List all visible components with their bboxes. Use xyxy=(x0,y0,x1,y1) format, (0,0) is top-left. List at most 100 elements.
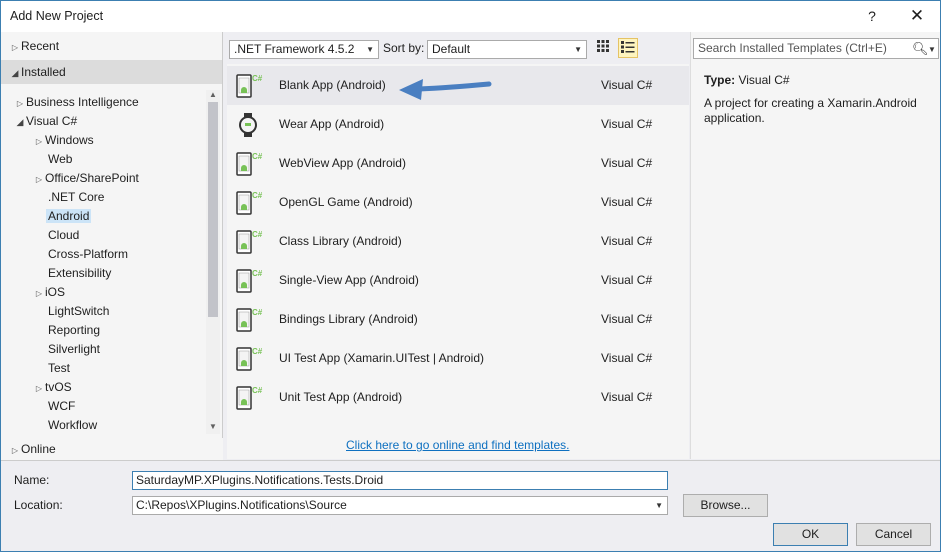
template-row[interactable]: C# OpenGL Game (Android) Visual C# xyxy=(227,183,689,222)
grid-view-icon xyxy=(597,40,609,52)
tree-item-tvos[interactable]: ▷ tvOS xyxy=(33,378,72,397)
scroll-thumb[interactable] xyxy=(208,102,218,317)
find-online-templates-link[interactable]: Click here to go online and find templat… xyxy=(346,438,569,452)
svg-text:C#: C# xyxy=(252,230,263,239)
tree-item-silverlight[interactable]: Silverlight xyxy=(48,340,100,359)
tree-item-label: iOS xyxy=(45,285,66,299)
svg-text:C#: C# xyxy=(252,152,263,161)
tree-item-label: Test xyxy=(48,361,71,375)
search-templates-input[interactable]: Search Installed Templates (Ctrl+E) 🔍︎ ▼ xyxy=(693,38,939,59)
template-language: Visual C# xyxy=(601,234,653,248)
tree-item-windows[interactable]: ▷ Windows xyxy=(33,131,94,150)
tree-item-cross-platform[interactable]: Cross-Platform xyxy=(48,245,128,264)
small-icons-view-button[interactable] xyxy=(593,38,613,58)
svg-text:C#: C# xyxy=(252,308,263,317)
collapse-arrow-icon[interactable]: ◢ xyxy=(9,64,21,83)
expand-arrow-icon[interactable]: ▷ xyxy=(33,284,45,303)
chevron-down-icon[interactable]: ▼ xyxy=(928,40,936,59)
template-row[interactable]: C# WebView App (Android) Visual C# xyxy=(227,144,689,183)
sort-value: Default xyxy=(432,42,471,56)
tree-scrollbar[interactable]: ▲ ▼ xyxy=(206,90,220,434)
tree-item-label: Web xyxy=(48,152,73,166)
template-row[interactable]: C# Unit Test App (Android) Visual C# xyxy=(227,378,689,417)
tree-item-extensibility[interactable]: Extensibility xyxy=(48,264,111,283)
svg-text:C#: C# xyxy=(252,269,263,278)
tree-item-web[interactable]: Web xyxy=(48,150,72,169)
framework-dropdown[interactable]: .NET Framework 4.5.2 ▼ xyxy=(229,40,379,59)
tree-item-label: .NET Core xyxy=(48,190,105,204)
svg-text:C#: C# xyxy=(252,386,263,395)
close-button[interactable]: ✕ xyxy=(894,1,940,32)
tree-item-net-core[interactable]: .NET Core xyxy=(48,188,104,207)
template-row[interactable]: C# Blank App (Android) Visual C# xyxy=(227,66,689,105)
scroll-down-arrow-icon[interactable]: ▼ xyxy=(207,422,219,431)
android-uitest-icon: C# xyxy=(234,344,264,374)
template-row[interactable]: Wear App (Android) Visual C# xyxy=(227,105,689,144)
project-name-input[interactable]: SaturdayMP.XPlugins.Notifications.Tests.… xyxy=(132,471,668,490)
tree-item-reporting[interactable]: Reporting xyxy=(48,321,100,340)
cancel-button[interactable]: Cancel xyxy=(856,523,931,546)
android-blank-app-icon: C# xyxy=(234,71,264,101)
tree-item-cloud[interactable]: Cloud xyxy=(48,226,79,245)
details-pane: Search Installed Templates (Ctrl+E) 🔍︎ ▼… xyxy=(690,32,940,459)
tree-item-business-intelligence[interactable]: ▷ Business Intelligence xyxy=(14,93,139,112)
sort-by-label: Sort by: xyxy=(383,41,425,55)
template-name: Single-View App (Android) xyxy=(279,273,419,287)
sort-dropdown[interactable]: Default ▼ xyxy=(427,40,587,59)
location-dropdown[interactable]: C:\Repos\XPlugins.Notifications\Source ▼ xyxy=(132,496,668,515)
template-row[interactable]: C# Single-View App (Android) Visual C# xyxy=(227,261,689,300)
tree-item-label: Office/SharePoint xyxy=(45,171,139,185)
template-name: UI Test App (Xamarin.UITest | Android) xyxy=(279,351,484,365)
template-language: Visual C# xyxy=(601,195,653,209)
collapse-arrow-icon[interactable]: ◢ xyxy=(14,113,26,132)
search-icon[interactable]: 🔍︎ xyxy=(912,39,929,58)
tree-item-label: Workflow xyxy=(48,418,98,432)
browse-button[interactable]: Browse... xyxy=(683,494,768,517)
expand-arrow-icon[interactable]: ▷ xyxy=(33,379,45,398)
template-name: Blank App (Android) xyxy=(279,78,386,92)
tree-item-ios[interactable]: ▷ iOS xyxy=(33,283,65,302)
android-single-view-icon: C# xyxy=(234,266,264,296)
tree-item-test[interactable]: Test xyxy=(48,359,70,378)
tree-item-visual-csharp[interactable]: ◢ Visual C# xyxy=(14,112,78,132)
tree-item-label: LightSwitch xyxy=(48,304,110,318)
tree-item-office-sharepoint[interactable]: ▷ Office/SharePoint xyxy=(33,169,139,188)
expand-arrow-icon[interactable]: ▷ xyxy=(9,38,21,57)
name-label: Name: xyxy=(14,473,50,487)
expand-arrow-icon[interactable]: ▷ xyxy=(14,94,26,113)
template-language: Visual C# xyxy=(601,156,653,170)
template-name: WebView App (Android) xyxy=(279,156,406,170)
tree-item-recent[interactable]: ▷ Recent xyxy=(9,37,59,56)
scroll-up-arrow-icon[interactable]: ▲ xyxy=(207,90,219,99)
tree-item-android[interactable]: Android xyxy=(46,207,92,226)
expand-arrow-icon[interactable]: ▷ xyxy=(9,441,21,460)
template-name: Wear App (Android) xyxy=(279,117,385,131)
expand-arrow-icon[interactable]: ▷ xyxy=(33,170,45,189)
tree-item-label: tvOS xyxy=(45,380,72,394)
tree-item-label: Recent xyxy=(21,39,60,53)
template-description: A project for creating a Xamarin.Android… xyxy=(704,96,917,125)
tree-item-workflow[interactable]: Workflow xyxy=(48,416,97,435)
template-row[interactable]: C# Class Library (Android) Visual C# xyxy=(227,222,689,261)
svg-text:C#: C# xyxy=(252,191,263,200)
template-row[interactable]: C# Bindings Library (Android) Visual C# xyxy=(227,300,689,339)
framework-value: .NET Framework 4.5.2 xyxy=(234,42,355,56)
project-settings: Name: SaturdayMP.XPlugins.Notifications.… xyxy=(1,460,940,551)
installed-section-header[interactable]: ◢ Installed xyxy=(1,60,222,84)
template-name: Bindings Library (Android) xyxy=(279,312,418,326)
tree-item-online[interactable]: ▷ Online xyxy=(9,440,56,459)
title-bar: Add New Project ? ✕ xyxy=(1,1,940,32)
tree-item-label: Business Intelligence xyxy=(26,95,139,109)
template-row[interactable]: C# UI Test App (Xamarin.UITest | Android)… xyxy=(227,339,689,378)
ok-button[interactable]: OK xyxy=(773,523,848,546)
chevron-down-icon: ▼ xyxy=(366,45,374,54)
list-view-button[interactable] xyxy=(618,38,638,58)
expand-arrow-icon[interactable]: ▷ xyxy=(33,132,45,151)
add-new-project-dialog: Add New Project ? ✕ ▷ Recent ◢ Installed ▷… xyxy=(0,0,941,552)
tree-item-wcf[interactable]: WCF xyxy=(48,397,75,416)
tree-item-lightswitch[interactable]: LightSwitch xyxy=(48,302,109,321)
help-button[interactable]: ? xyxy=(849,1,895,32)
tree-item-installed[interactable]: ◢ Installed xyxy=(9,63,66,82)
chevron-down-icon: ▼ xyxy=(574,45,582,54)
online-section-header[interactable]: ▷ Online xyxy=(1,438,223,460)
